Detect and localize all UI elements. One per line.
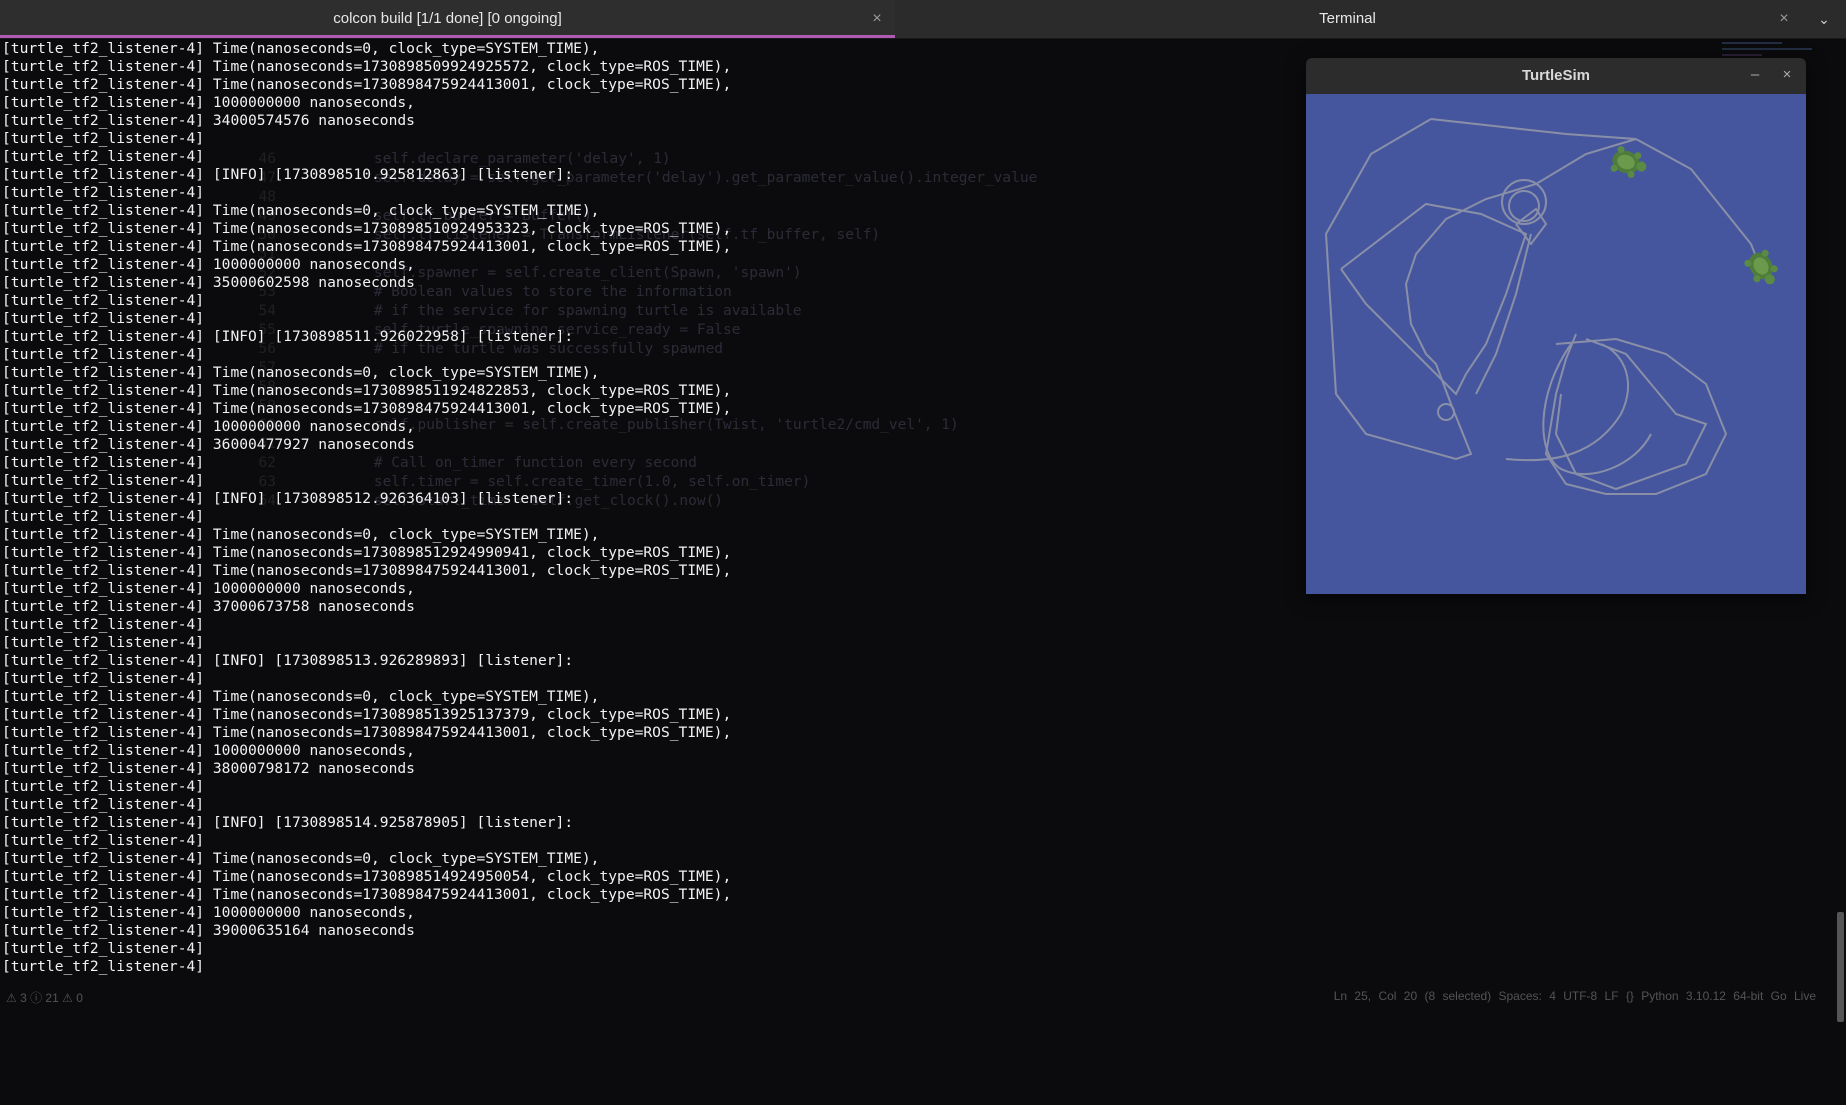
terminal-line: [turtle_tf2_listener-4] [2, 832, 205, 849]
terminal-line: [turtle_tf2_listener-4] [2, 616, 205, 633]
tab-colcon-build[interactable]: colcon build [1/1 done] [0 ongoing] × [0, 0, 895, 38]
scrollbar-thumb[interactable] [1837, 912, 1844, 1022]
tab-terminal[interactable]: Terminal × [895, 0, 1800, 38]
tab-terminal-label: Terminal [1319, 10, 1376, 27]
status-bar: ⚠ 3 ⓘ 21 ⚠ 0 Ln 25, Col 20 (8 selected) … [0, 987, 1846, 1005]
minimize-icon[interactable]: – [1744, 58, 1766, 92]
terminal-line: [turtle_tf2_listener-4] [2, 670, 205, 687]
terminal-line: [turtle_tf2_listener-4] 39000635164 nano… [2, 922, 415, 939]
turtlesim-titlebar[interactable]: TurtleSim – × [1306, 58, 1806, 94]
terminal-line: [turtle_tf2_listener-4] 1000000000 nanos… [2, 904, 415, 921]
terminal-line: [turtle_tf2_listener-4] Time(nanoseconds… [2, 886, 732, 903]
status-right[interactable]: Ln 25, Col 20 (8 selected) Spaces: 4 UTF… [1334, 989, 1816, 1003]
terminal-line: [turtle_tf2_listener-4] [2, 778, 205, 795]
status-problems[interactable]: ⚠ 3 ⓘ 21 ⚠ 0 [6, 989, 83, 1006]
terminal-line: [turtle_tf2_listener-4] [2, 940, 205, 957]
terminal-line: [turtle_tf2_listener-4] 38000798172 nano… [2, 760, 415, 777]
close-icon[interactable]: × [1774, 0, 1794, 38]
terminal-line: [turtle_tf2_listener-4] [INFO] [17308985… [2, 652, 574, 669]
terminal-line: [turtle_tf2_listener-4] [INFO] [17308985… [2, 814, 574, 831]
terminal-line: [turtle_tf2_listener-4] Time(nanoseconds… [2, 850, 600, 867]
terminal-line: [turtle_tf2_listener-4] Time(nanoseconds… [2, 706, 732, 723]
terminal-line: [turtle_tf2_listener-4] [2, 796, 205, 813]
terminal-line: [turtle_tf2_listener-4] [2, 634, 205, 651]
turtlesim-window[interactable]: TurtleSim – × [1306, 58, 1806, 594]
terminal-line: [turtle_tf2_listener-4] 37000673758 nano… [2, 598, 415, 615]
terminal-line: [turtle_tf2_listener-4] 1000000000 nanos… [2, 742, 415, 759]
terminal-line: [turtle_tf2_listener-4] Time(nanoseconds… [2, 724, 732, 741]
terminal-line: [turtle_tf2_listener-4] Time(nanoseconds… [2, 40, 600, 57]
window-title: TurtleSim [1521, 67, 1591, 84]
terminal-line: [turtle_tf2_listener-4] [2, 958, 205, 975]
tab-bar: colcon build [1/1 done] [0 ongoing] × Te… [0, 0, 1846, 39]
scrollbar[interactable] [1834, 40, 1846, 1022]
chevron-down-icon[interactable]: ⌄ [1814, 0, 1834, 38]
turtlesim-canvas [1306, 94, 1806, 594]
terminal-line: [turtle_tf2_listener-4] Time(nanoseconds… [2, 688, 600, 705]
close-icon[interactable]: × [1776, 58, 1798, 92]
terminal-line: [turtle_tf2_listener-4] Time(nanoseconds… [2, 868, 732, 885]
tab-colcon-build-label: colcon build [1/1 done] [0 ongoing] [333, 10, 562, 27]
close-icon[interactable]: × [867, 0, 887, 38]
